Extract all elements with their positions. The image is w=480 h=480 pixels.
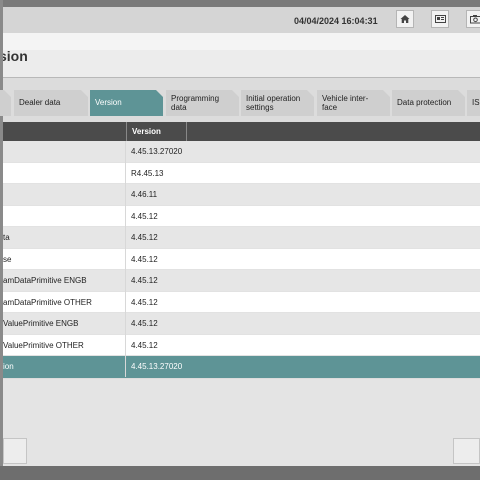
row-version: 4.45.12	[131, 211, 158, 221]
table-row[interactable]: amDataPrimitive OTHER 4.45.12	[3, 291, 480, 313]
tab-version[interactable]: Version	[90, 90, 163, 116]
table-row[interactable]: 4.46.11	[3, 184, 480, 206]
table-row[interactable]: 4.45.12	[3, 205, 480, 227]
tab-label-line1: Programming	[171, 94, 220, 103]
table-row[interactable]: 4.45.13.27020	[3, 141, 480, 163]
tab-dealer-data[interactable]: Dealer data	[14, 90, 88, 116]
table-row[interactable]: R4.45.13	[3, 162, 480, 184]
tab-partial[interactable]	[0, 90, 11, 116]
title-divider	[3, 77, 480, 78]
row-name: ValuePrimitive OTHER	[3, 340, 84, 350]
datetime-display: 04/04/2024 16:04:31	[294, 16, 378, 26]
table-header: Version	[3, 122, 480, 141]
row-version: R4.45.13	[131, 168, 164, 178]
column-header-name[interactable]	[3, 122, 125, 141]
row-version: 4.45.13.27020	[131, 362, 183, 371]
table-row[interactable]: se 4.45.12	[3, 248, 480, 270]
footer-area	[3, 379, 480, 466]
row-version: 4.46.11	[131, 190, 158, 199]
tab-label: IS	[472, 98, 480, 107]
id-card-icon	[435, 15, 446, 23]
window-frame-top	[0, 0, 480, 7]
header-band	[3, 33, 480, 50]
tab-initial-operation-settings[interactable]: Initial operation settings	[241, 90, 314, 116]
row-version: 4.45.12	[131, 254, 158, 264]
row-version: 4.45.12	[131, 297, 158, 307]
row-name: ta	[3, 233, 10, 242]
tab-label: Data protection	[397, 98, 452, 107]
page-title-area: sion	[3, 50, 480, 77]
row-name: amDataPrimitive OTHER	[3, 297, 92, 307]
column-header-version[interactable]: Version	[126, 122, 187, 141]
tab-label-line2: data	[171, 103, 187, 112]
tab-is[interactable]: IS	[467, 90, 480, 116]
tab-label-line1: Initial operation	[246, 94, 301, 103]
top-header-bar: 04/04/2024 16:04:31	[3, 7, 480, 33]
footer-left-button[interactable]	[3, 438, 27, 464]
tab-label-line2: settings	[246, 103, 274, 112]
row-name: se	[3, 254, 12, 264]
table-row[interactable]: amDataPrimitive ENGB 4.45.12	[3, 270, 480, 292]
row-version: 4.45.13.27020	[131, 147, 183, 156]
table-row[interactable]: ValuePrimitive ENGB 4.45.12	[3, 313, 480, 335]
tab-data-protection[interactable]: Data protection	[392, 90, 465, 116]
row-name: ValuePrimitive ENGB	[3, 319, 79, 328]
column-divider	[125, 141, 126, 377]
tab-label-line2: face	[322, 103, 338, 112]
camera-button[interactable]	[466, 10, 480, 28]
row-name: ion	[3, 362, 14, 371]
camera-icon	[470, 15, 480, 24]
tab-label-line1: Vehicle inter-	[322, 94, 369, 103]
home-button[interactable]	[396, 10, 414, 28]
row-name: amDataPrimitive ENGB	[3, 276, 87, 285]
tab-programming-data[interactable]: Programming data	[166, 90, 239, 116]
tab-vehicle-interface[interactable]: Vehicle inter- face	[317, 90, 390, 116]
row-version: 4.45.12	[131, 276, 158, 285]
row-version: 4.45.12	[131, 319, 158, 328]
footer-right-button[interactable]	[453, 438, 480, 464]
table-row[interactable]: ta 4.45.12	[3, 227, 480, 249]
window-frame-bottom	[0, 466, 480, 480]
version-table: Version 4.45.13.27020 R4.45.13 4.46.11 4…	[3, 122, 480, 378]
page-title: sion	[3, 50, 28, 64]
table-row-selected[interactable]: ion 4.45.13.27020	[3, 356, 480, 378]
table-row[interactable]: ValuePrimitive OTHER 4.45.12	[3, 334, 480, 356]
home-icon	[400, 15, 410, 23]
tab-label: Version	[95, 98, 122, 107]
row-version: 4.45.12	[131, 233, 158, 242]
tab-label: Dealer data	[19, 98, 61, 107]
id-card-button[interactable]	[431, 10, 449, 28]
row-version: 4.45.12	[131, 340, 158, 350]
